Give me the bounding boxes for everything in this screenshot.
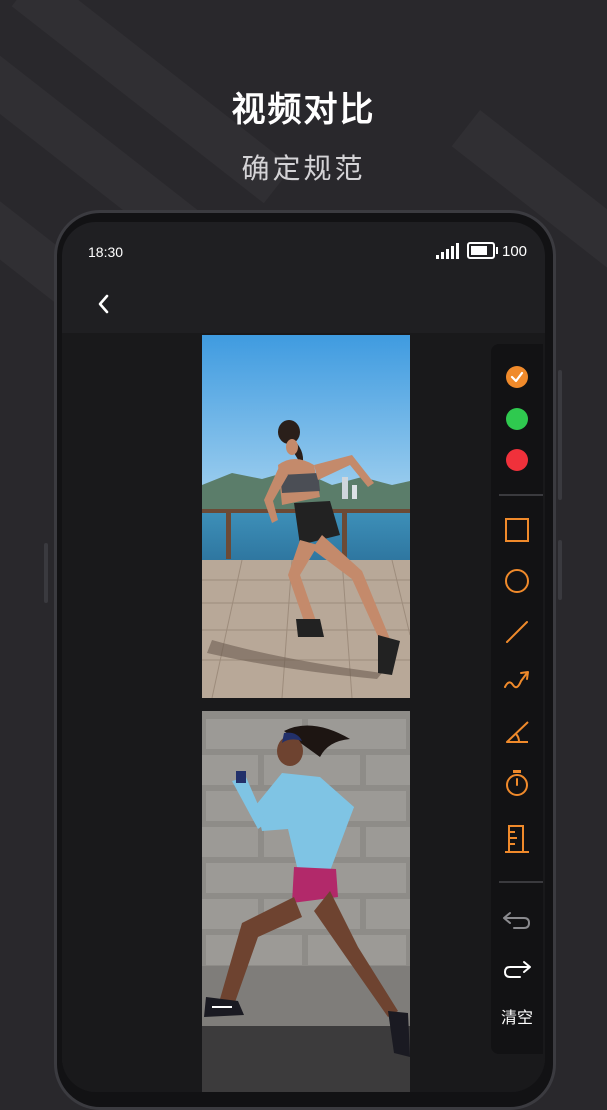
redo-button[interactable] [491, 958, 543, 980]
ruler-icon [505, 825, 529, 853]
signal-icon [436, 242, 459, 259]
rectangle-tool-button[interactable] [491, 517, 543, 543]
toolbar-divider [499, 881, 543, 883]
phone-side-button [558, 540, 562, 600]
line-tool-button[interactable] [491, 619, 543, 645]
line-icon [506, 621, 528, 643]
status-time: 18:30 [88, 244, 124, 260]
video-top[interactable] [202, 335, 410, 698]
color-green-button[interactable] [491, 408, 543, 430]
redo-icon [503, 961, 531, 978]
toolbar-divider [499, 494, 543, 496]
circle-icon [505, 569, 529, 593]
phone-side-button [558, 370, 562, 500]
circle-tool-button[interactable] [491, 568, 543, 594]
angle-icon [506, 721, 529, 743]
curve-arrow-tool-button[interactable] [491, 669, 543, 695]
undo-button[interactable] [491, 909, 543, 931]
stopwatch-tool-button[interactable] [491, 769, 543, 797]
checkmark-icon [506, 366, 528, 388]
status-bar: 18:30 100 [62, 222, 545, 282]
curve-arrow-icon [504, 671, 529, 689]
battery-icon [467, 242, 498, 259]
color-orange-button[interactable] [491, 366, 543, 388]
undo-icon [503, 912, 531, 929]
chevron-left-icon[interactable] [92, 292, 116, 316]
drawing-toolbar: 清空 [491, 344, 543, 1054]
video-bottom[interactable] [202, 711, 410, 1092]
stopwatch-icon [506, 770, 528, 796]
promo-subtitle: 确定规范 [241, 152, 366, 185]
phone-side-button [44, 543, 48, 603]
rectangle-icon [505, 518, 529, 542]
clear-button[interactable]: 清空 [491, 1004, 543, 1028]
promo-title: 视频对比 [231, 90, 376, 130]
ruler-tool-button[interactable] [491, 824, 543, 854]
color-red-button[interactable] [491, 449, 543, 471]
phone-screen: 18:30 100 清空 [62, 222, 545, 1092]
battery-level: 100 [502, 243, 528, 260]
angle-tool-button[interactable] [491, 719, 543, 745]
